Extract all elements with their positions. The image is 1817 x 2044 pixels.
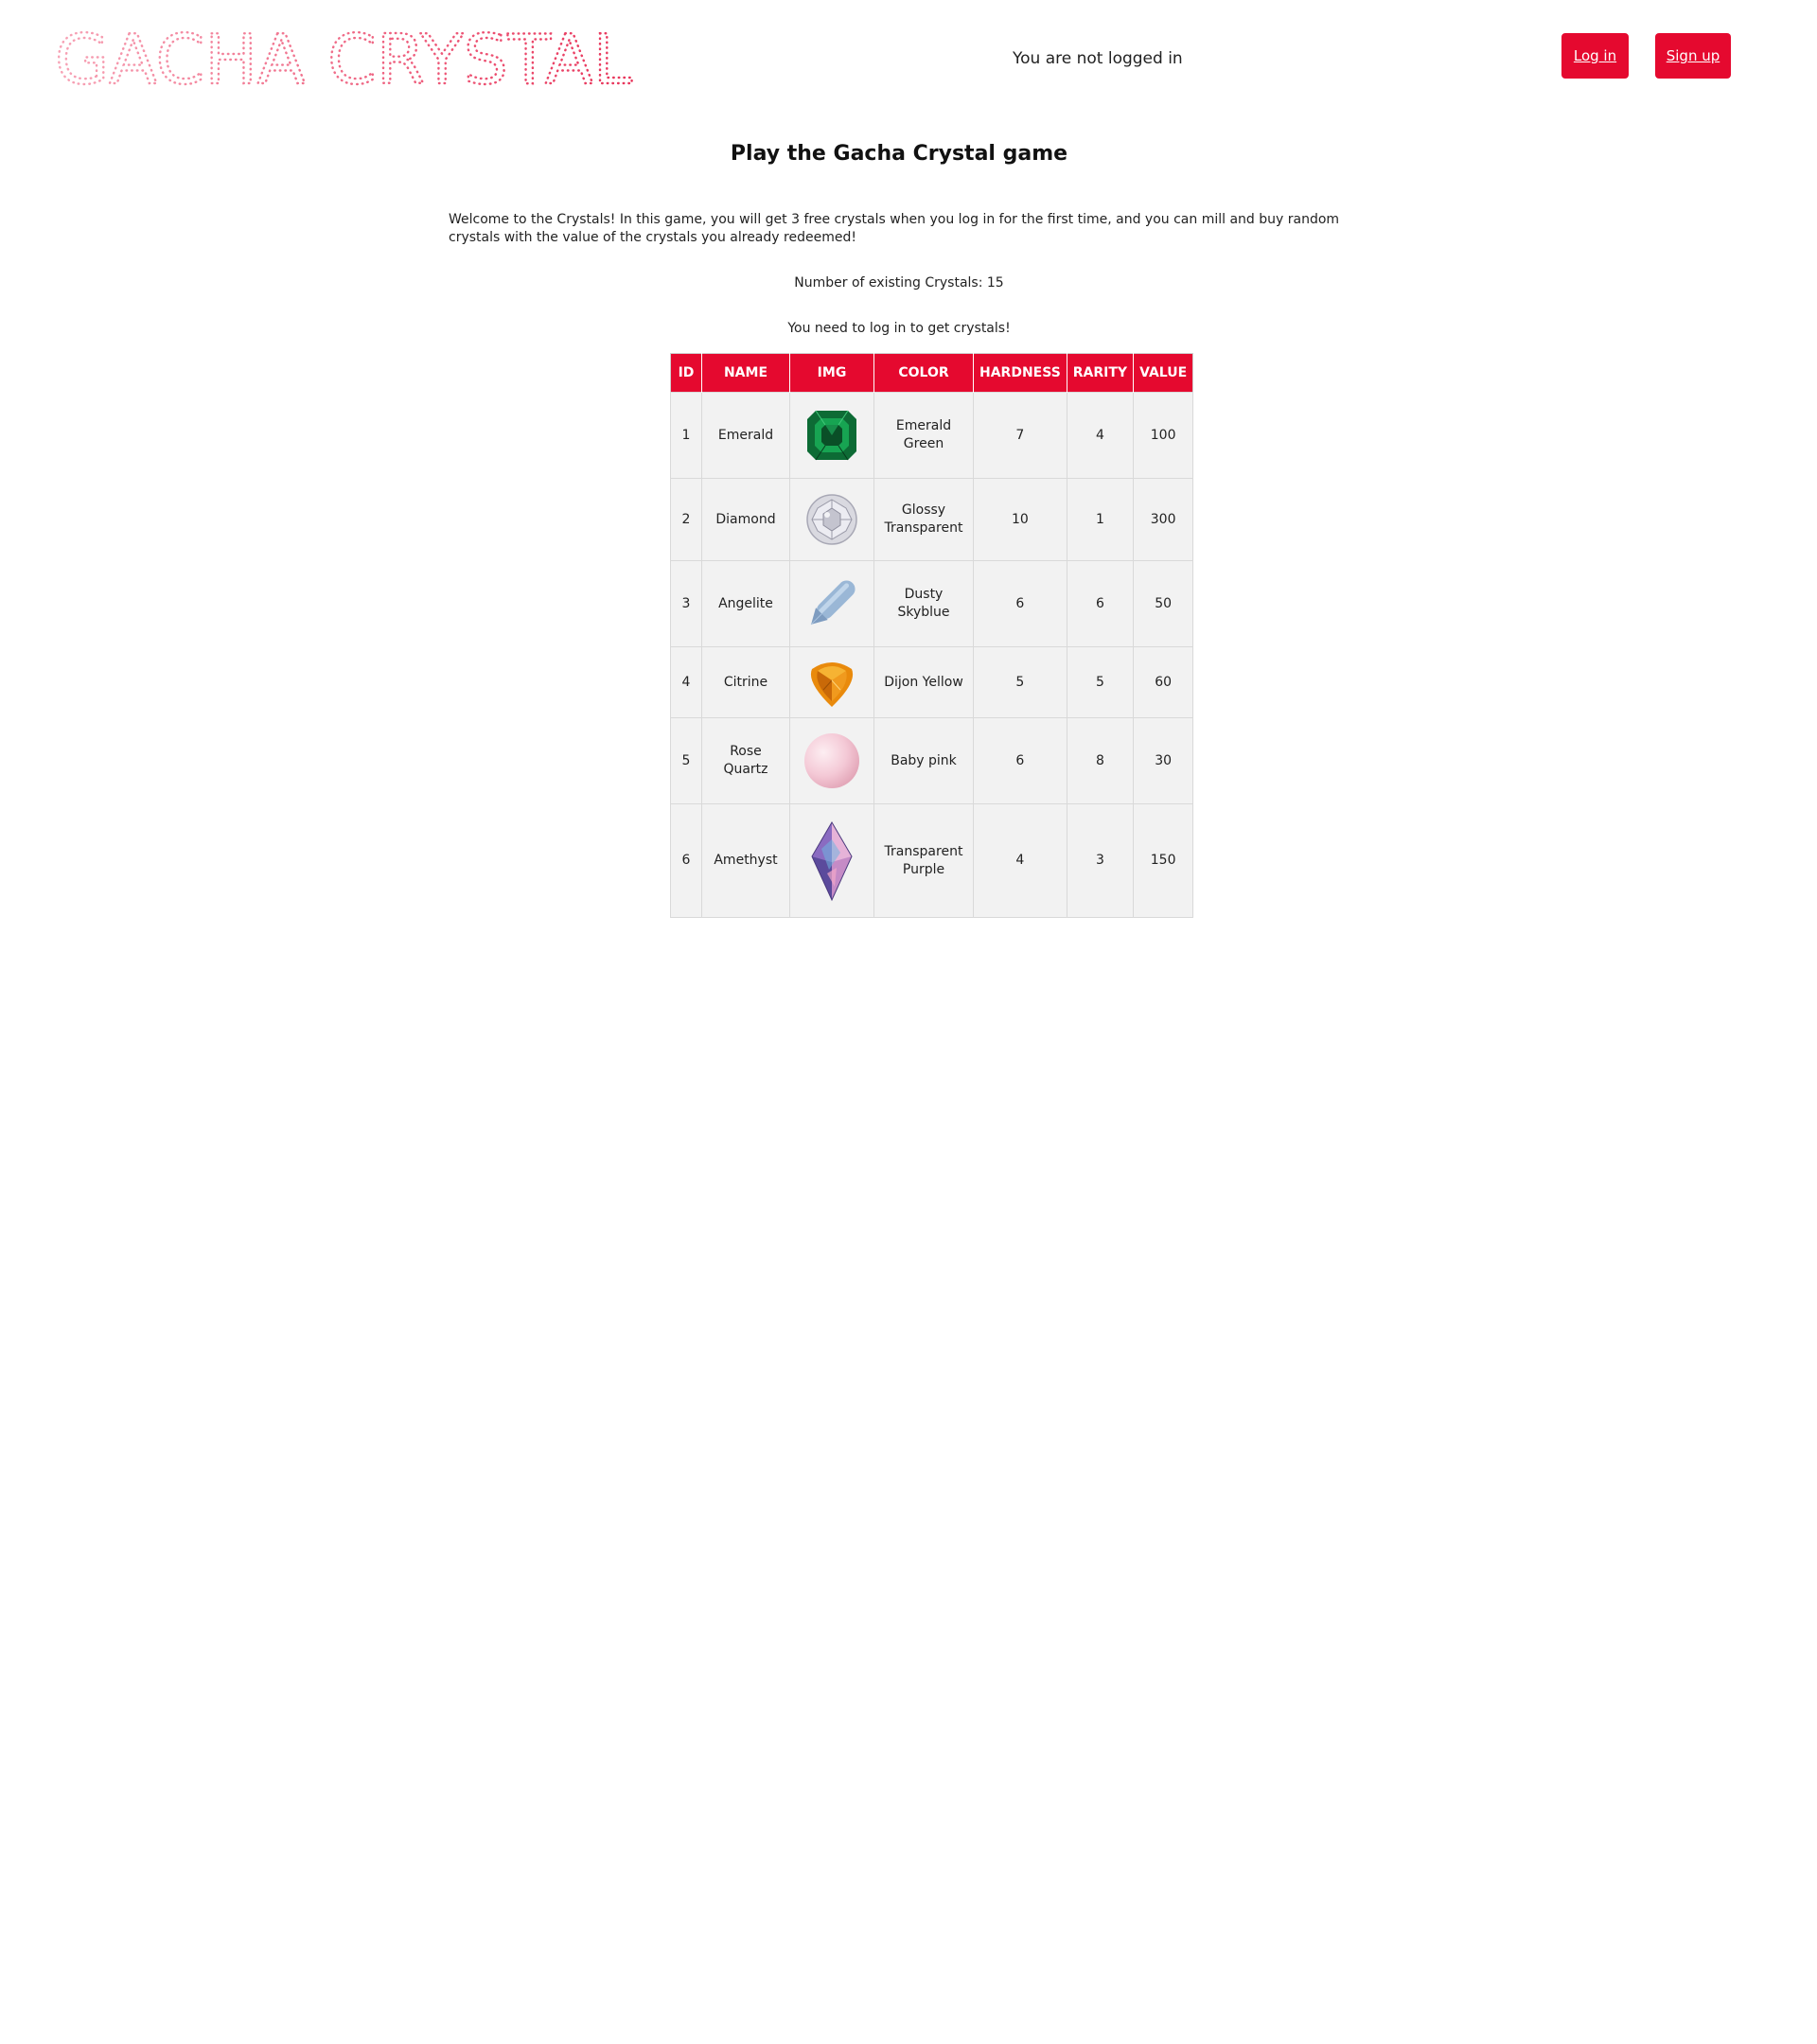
cell-name: Amethyst <box>701 803 790 918</box>
cell-value: 150 <box>1133 803 1194 918</box>
cell-id: 1 <box>670 392 702 479</box>
cell-hardness: 7 <box>973 392 1067 479</box>
cell-color: Emerald Green <box>873 392 974 479</box>
table-row: 1 Emerald Emerald Green 7 4 100 <box>670 392 1194 479</box>
header-img: IMG <box>789 353 874 393</box>
cell-color: Baby pink <box>873 717 974 804</box>
cell-name: Angelite <box>701 560 790 647</box>
cell-hardness: 6 <box>973 717 1067 804</box>
page-title: Play the Gacha Crystal game <box>730 142 1068 166</box>
login-status: You are not logged in <box>1013 49 1183 68</box>
logo-graphic: GACHA CRYSTAL <box>54 21 633 95</box>
cell-img <box>789 392 874 479</box>
header-rarity: RARITY <box>1067 353 1135 393</box>
cell-rarity: 3 <box>1066 803 1135 918</box>
login-button[interactable]: Log in <box>1561 33 1629 79</box>
cell-hardness: 6 <box>973 560 1067 647</box>
cell-id: 4 <box>670 646 702 718</box>
table-row: 3 Angelite Dusty Skyblue 6 6 50 <box>670 560 1194 647</box>
cell-name: Rose Quartz <box>701 717 790 804</box>
cell-color: Dusty Skyblue <box>873 560 974 647</box>
diamond-gem-icon <box>806 494 857 545</box>
angelite-crystal-icon <box>810 580 856 626</box>
cell-id: 6 <box>670 803 702 918</box>
page: GACHA CRYSTAL You are not logged in Log … <box>0 0 1817 2044</box>
cell-img <box>789 560 874 647</box>
rose-quartz-sphere-icon <box>804 733 859 788</box>
table-row: 2 Diamond Glossy Transparent 10 1 300 <box>670 478 1194 561</box>
crystal-table: ID NAME IMG COLOR HARDNESS RARITY VALUE … <box>670 353 1194 918</box>
cell-rarity: 5 <box>1066 646 1135 718</box>
cell-rarity: 1 <box>1066 478 1135 561</box>
cell-rarity: 6 <box>1066 560 1135 647</box>
cell-value: 50 <box>1133 560 1194 647</box>
cell-color: Dijon Yellow <box>873 646 974 718</box>
amethyst-crystal-icon <box>811 820 853 901</box>
logo-text: GACHA CRYSTAL <box>55 21 632 95</box>
table-row: 4 Citrine Dijon Yellow 5 5 60 <box>670 646 1194 718</box>
site-logo[interactable]: GACHA CRYSTAL <box>53 21 640 95</box>
cell-hardness: 10 <box>973 478 1067 561</box>
cell-value: 300 <box>1133 478 1194 561</box>
header-id: ID <box>670 353 702 393</box>
cell-hardness: 4 <box>973 803 1067 918</box>
cell-hardness: 5 <box>973 646 1067 718</box>
cell-name: Emerald <box>701 392 790 479</box>
citrine-gem-icon <box>810 662 854 707</box>
cell-name: Diamond <box>701 478 790 561</box>
cell-img <box>789 717 874 804</box>
cell-img <box>789 646 874 718</box>
table-row: 6 Amethyst Transparent Purple 4 3 150 <box>670 803 1194 918</box>
header-hardness: HARDNESS <box>973 353 1067 393</box>
table-row: 5 Rose Quartz Baby pink 6 8 30 <box>670 717 1194 804</box>
login-hint: You need to log in to get crystals! <box>787 321 1011 336</box>
cell-value: 100 <box>1133 392 1194 479</box>
cell-img <box>789 803 874 918</box>
cell-value: 30 <box>1133 717 1194 804</box>
emerald-gem-icon <box>807 410 856 461</box>
crystal-count: Number of existing Crystals: 15 <box>794 275 1004 291</box>
cell-id: 5 <box>670 717 702 804</box>
cell-rarity: 8 <box>1066 717 1135 804</box>
cell-value: 60 <box>1133 646 1194 718</box>
cell-color: Glossy Transparent <box>873 478 974 561</box>
cell-rarity: 4 <box>1066 392 1135 479</box>
cell-id: 3 <box>670 560 702 647</box>
cell-color: Transparent Purple <box>873 803 974 918</box>
cell-name: Citrine <box>701 646 790 718</box>
header-value: VALUE <box>1133 353 1193 393</box>
table-header-row: ID NAME IMG COLOR HARDNESS RARITY VALUE <box>670 353 1193 393</box>
signup-button[interactable]: Sign up <box>1655 33 1731 79</box>
welcome-text: Welcome to the Crystals! In this game, y… <box>449 212 1340 245</box>
cell-id: 2 <box>670 478 702 561</box>
header-color: COLOR <box>873 353 974 393</box>
cell-img <box>789 478 874 561</box>
header-name: NAME <box>701 353 790 393</box>
